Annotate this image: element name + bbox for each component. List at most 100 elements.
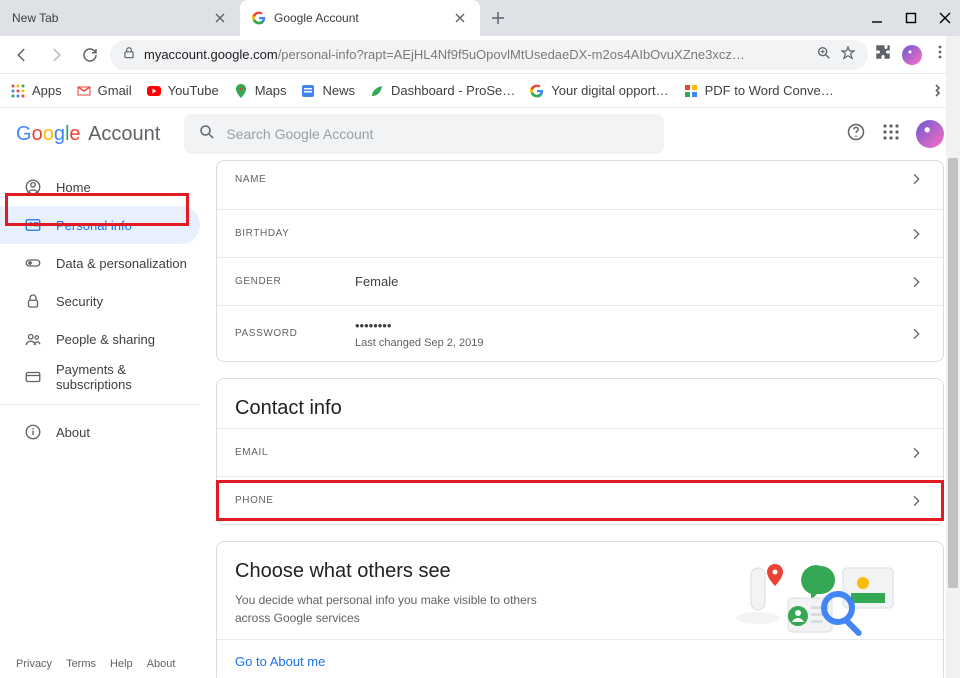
row-label: BIRTHDAY (235, 228, 355, 239)
toolbar-right (874, 43, 952, 66)
footer-terms[interactable]: Terms (66, 658, 96, 670)
bookmark-digital[interactable]: Your digital opport… (529, 83, 668, 99)
row-email[interactable]: EMAIL (217, 428, 943, 476)
extensions-icon[interactable] (874, 43, 892, 66)
row-label: PHONE (235, 495, 355, 506)
contact-info-card: Contact info EMAIL PHONE (216, 378, 944, 525)
bookmark-label: Dashboard - ProSe… (391, 83, 515, 98)
bookmark-news[interactable]: News (300, 83, 355, 99)
bookmark-apps[interactable]: Apps (10, 83, 62, 99)
browser-toolbar: myaccount.google.com/personal-info?rapt=… (0, 36, 960, 74)
people-icon (24, 330, 42, 348)
app-header-right (846, 120, 944, 148)
id-card-icon (24, 216, 42, 234)
maximize-icon[interactable] (904, 12, 918, 24)
account-avatar[interactable] (916, 120, 944, 148)
main: Home Personal info Data & personalizatio… (0, 160, 960, 678)
sidebar-divider (0, 404, 200, 405)
sidebar-item-label: Security (56, 294, 103, 309)
bookmark-label: News (322, 83, 355, 98)
row-password[interactable]: PASSWORD •••••••• Last changed Sep 2, 20… (217, 305, 943, 361)
card-icon (24, 368, 42, 386)
sidebar-item-label: About (56, 425, 90, 440)
content: NAME BIRTHDAY GENDER Female PASSWORD •••… (200, 160, 960, 678)
profile-avatar-icon[interactable] (902, 45, 922, 65)
bookmark-gmail[interactable]: Gmail (76, 83, 132, 99)
bookmark-label: PDF to Word Conve… (705, 83, 834, 98)
apps-icon[interactable] (882, 123, 900, 146)
row-value: •••••••• (355, 318, 483, 333)
card-title: Contact info (217, 379, 943, 428)
sidebar-item-home[interactable]: Home (0, 168, 200, 206)
sidebar-item-payments[interactable]: Payments & subscriptions (0, 358, 200, 396)
about-me-link[interactable]: Go to About me (217, 639, 943, 678)
address-bar[interactable]: myaccount.google.com/personal-info?rapt=… (110, 40, 868, 70)
bookmark-youtube[interactable]: YouTube (146, 83, 219, 99)
back-button[interactable] (8, 41, 36, 69)
lock-icon (24, 292, 42, 310)
bookmark-star-icon[interactable] (840, 45, 856, 64)
youtube-icon (146, 83, 162, 99)
scrollbar-thumb[interactable] (948, 158, 958, 588)
pdf-icon (683, 83, 699, 99)
sidebar-item-data[interactable]: Data & personalization (0, 244, 200, 282)
row-label: EMAIL (235, 447, 355, 458)
person-circle-icon (24, 178, 42, 196)
illustration-icon (733, 558, 903, 638)
google-favicon-icon (252, 11, 266, 25)
bookmark-label: Gmail (98, 83, 132, 98)
bookmark-label: YouTube (168, 83, 219, 98)
footer-help[interactable]: Help (110, 658, 133, 670)
row-label: GENDER (235, 276, 355, 287)
zoom-icon[interactable] (816, 45, 832, 64)
apps-grid-icon (10, 83, 26, 99)
url-text: myaccount.google.com/personal-info?rapt=… (144, 47, 808, 62)
help-icon[interactable] (846, 122, 866, 147)
card-text: You decide what personal info you make v… (217, 591, 557, 639)
bookmark-pdf[interactable]: PDF to Word Conve… (683, 83, 834, 99)
reload-button[interactable] (76, 41, 104, 69)
row-label: NAME (235, 174, 355, 185)
sidebar-item-label: Payments & subscriptions (56, 362, 200, 392)
sidebar-item-about[interactable]: About (0, 413, 200, 451)
google-g-icon (529, 83, 545, 99)
new-tab-button[interactable] (484, 4, 512, 32)
row-sub: Last changed Sep 2, 2019 (355, 337, 483, 349)
sidebar-item-personal-info[interactable]: Personal info (0, 206, 200, 244)
footer-privacy[interactable]: Privacy (16, 658, 52, 670)
row-value: Female (355, 274, 398, 289)
maps-icon (233, 83, 249, 99)
tab-title: Google Account (274, 11, 452, 25)
search-icon (198, 123, 216, 146)
leaf-icon (369, 83, 385, 99)
forward-button[interactable] (42, 41, 70, 69)
sidebar-item-label: Personal info (56, 218, 132, 233)
bookmark-dashboard[interactable]: Dashboard - ProSe… (369, 83, 515, 99)
sidebar-item-security[interactable]: Security (0, 282, 200, 320)
close-icon[interactable] (452, 10, 468, 26)
vertical-scrollbar[interactable] (946, 36, 960, 678)
lock-icon (122, 46, 136, 63)
news-icon (300, 83, 316, 99)
minimize-icon[interactable] (870, 12, 884, 24)
row-birthday[interactable]: BIRTHDAY (217, 209, 943, 257)
google-account-logo[interactable]: Google Account (16, 123, 160, 146)
tab-new-tab[interactable]: New Tab (0, 0, 240, 36)
sidebar-item-people[interactable]: People & sharing (0, 320, 200, 358)
row-name[interactable]: NAME (217, 161, 943, 209)
close-window-icon[interactable] (938, 12, 952, 24)
tab-google-account[interactable]: Google Account (240, 0, 480, 36)
bookmark-maps[interactable]: Maps (233, 83, 287, 99)
bookmark-label: Your digital opport… (551, 83, 668, 98)
footer-about[interactable]: About (147, 658, 176, 670)
search-input[interactable] (226, 126, 650, 142)
close-icon[interactable] (212, 10, 228, 26)
row-phone[interactable]: PHONE (217, 476, 943, 524)
row-gender[interactable]: GENDER Female (217, 257, 943, 305)
chevron-right-icon (907, 326, 925, 342)
search-box[interactable] (184, 114, 664, 154)
gmail-icon (76, 83, 92, 99)
sidebar-item-label: People & sharing (56, 332, 155, 347)
chevron-right-icon (907, 226, 925, 242)
toggle-icon (24, 254, 42, 272)
